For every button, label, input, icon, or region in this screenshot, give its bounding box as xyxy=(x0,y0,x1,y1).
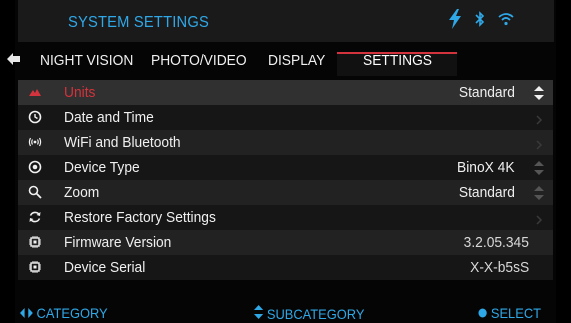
tab-bar: NIGHT VISION PHOTO/VIDEO DISPLAY SETTING… xyxy=(40,48,470,76)
setting-row-wifi-bluetooth[interactable]: WiFi and Bluetooth xyxy=(18,130,553,155)
setting-value: X-X-b5sS xyxy=(469,259,529,276)
chip-icon xyxy=(28,235,42,249)
hint-subcategory: SUBCATEGORY xyxy=(254,305,364,322)
setting-row-restore-factory[interactable]: Restore Factory Settings xyxy=(18,205,553,230)
hint-select-label: SELECT xyxy=(490,305,541,321)
setting-row-units[interactable]: Units Standard xyxy=(18,80,553,105)
setting-label: Date and Time xyxy=(64,109,154,126)
setting-row-zoom[interactable]: Zoom Standard xyxy=(18,180,553,205)
tab-photo-video[interactable]: PHOTO/VIDEO xyxy=(151,52,247,69)
updown-arrows-icon[interactable] xyxy=(533,186,545,200)
hint-select: SELECT xyxy=(478,305,541,321)
back-arrow-icon[interactable] xyxy=(6,51,22,67)
clock-icon xyxy=(28,110,42,124)
updown-arrows-icon[interactable] xyxy=(533,86,545,100)
setting-label: Device Type xyxy=(64,159,140,176)
wireless-icon xyxy=(28,135,42,149)
setting-value: 3.2.05.345 xyxy=(463,234,529,251)
lightning-icon xyxy=(448,9,462,34)
setting-row-firmware-version: Firmware Version 3.2.05.345 xyxy=(18,230,553,255)
wifi-icon xyxy=(498,12,514,31)
chip-icon xyxy=(28,260,42,274)
setting-label: Zoom xyxy=(64,184,100,201)
restore-icon xyxy=(28,210,42,224)
tab-night-vision[interactable]: NIGHT VISION xyxy=(40,52,133,69)
footer-hints: CATEGORY SUBCATEGORY SELECT xyxy=(18,300,553,323)
setting-label: Restore Factory Settings xyxy=(64,209,216,226)
dot-icon xyxy=(478,305,487,321)
settings-list: Units Standard Date and Time WiFi and Bl… xyxy=(18,80,553,280)
hint-subcategory-label: SUBCATEGORY xyxy=(266,305,365,322)
setting-row-device-serial: Device Serial X-X-b5sS xyxy=(18,255,553,280)
setting-value: BinoX 4K xyxy=(457,159,515,176)
chevron-right-icon xyxy=(535,137,543,150)
hint-category-label: CATEGORY xyxy=(36,305,108,321)
setting-row-date-time[interactable]: Date and Time xyxy=(18,105,553,130)
setting-label: Device Serial xyxy=(64,259,146,276)
setting-label: Units xyxy=(64,84,96,101)
page-title: SYSTEM SETTINGS xyxy=(68,14,209,31)
units-icon xyxy=(28,85,42,99)
tab-settings[interactable]: SETTINGS xyxy=(363,52,432,69)
updown-arrows-icon[interactable] xyxy=(533,161,545,175)
setting-value: Standard xyxy=(458,184,515,201)
hint-category: CATEGORY xyxy=(20,305,108,321)
setting-value: Standard xyxy=(458,84,515,101)
magnifier-icon xyxy=(28,185,42,199)
setting-label: Firmware Version xyxy=(64,234,172,251)
chevron-right-icon xyxy=(535,112,543,125)
setting-label: WiFi and Bluetooth xyxy=(64,134,181,151)
tab-display[interactable]: DISPLAY xyxy=(268,52,325,69)
up-down-arrows-icon xyxy=(254,305,264,322)
status-icons xyxy=(448,9,514,34)
header-bar: SYSTEM SETTINGS xyxy=(18,0,554,42)
target-icon xyxy=(28,160,42,174)
setting-row-device-type[interactable]: Device Type BinoX 4K xyxy=(18,155,553,180)
left-right-arrows-icon xyxy=(20,305,33,321)
chevron-right-icon xyxy=(535,212,543,225)
bluetooth-icon xyxy=(474,11,486,32)
